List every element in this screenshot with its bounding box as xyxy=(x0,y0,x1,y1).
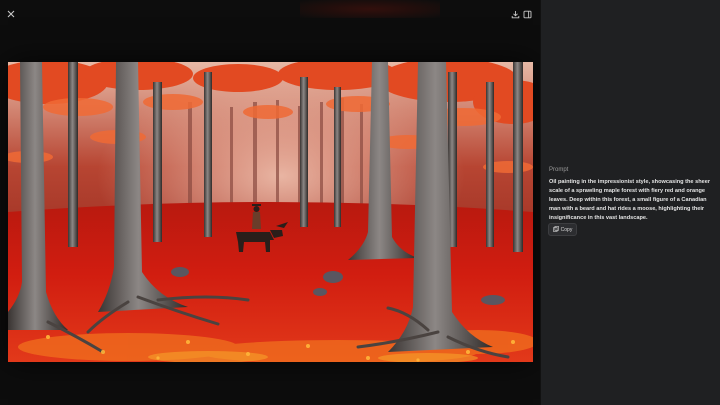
details-panel: Prompt Oil painting in the impressionist… xyxy=(540,0,720,405)
sidebar-toggle-icon[interactable] xyxy=(521,8,533,20)
copy-button[interactable]: Copy xyxy=(548,223,577,236)
close-icon[interactable] xyxy=(5,8,17,20)
copy-label: Copy xyxy=(560,226,573,233)
prompt-text: Oil painting in the impressionist style,… xyxy=(549,179,711,221)
prompt-label: Prompt xyxy=(549,167,569,173)
copy-icon xyxy=(552,225,559,234)
image-viewer xyxy=(0,0,540,405)
maple-forest-painting xyxy=(8,62,533,362)
download-icon[interactable] xyxy=(509,8,521,20)
viewer-background-glow xyxy=(300,0,440,18)
generated-image xyxy=(8,62,533,362)
